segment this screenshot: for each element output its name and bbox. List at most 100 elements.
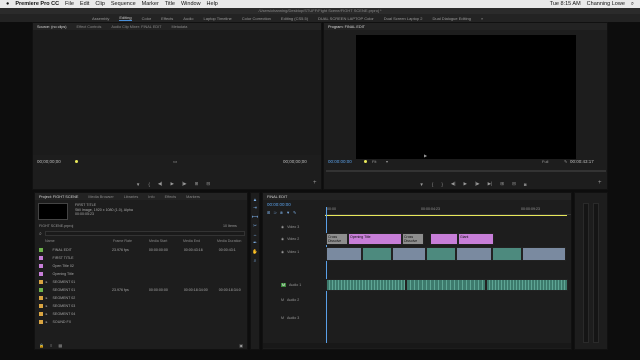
audio-clip[interactable] — [486, 279, 568, 291]
workspace-laptop-timeline[interactable]: Laptop Timeline — [204, 16, 232, 21]
workspace-effects[interactable]: Effects — [161, 16, 173, 21]
clip-opening-title[interactable]: Opening Title — [348, 233, 402, 245]
timeline-scrollbar[interactable] — [263, 343, 571, 348]
tab-project[interactable]: Project: FIGHT SCENE — [39, 195, 78, 199]
play-icon[interactable]: ▶ — [464, 181, 467, 187]
nest-icon[interactable]: ⊞ — [267, 210, 270, 215]
work-area-bar[interactable] — [325, 215, 567, 216]
add-button-icon[interactable]: + — [598, 180, 602, 186]
mark-out-icon[interactable]: { — [148, 182, 150, 187]
clip-video[interactable] — [426, 247, 456, 261]
workspace-editing-cs55[interactable]: Editing (CS5.5) — [281, 16, 308, 21]
tab-audio-clip-mixer[interactable]: Audio Clip Mixer: FINAL EDIT — [111, 25, 161, 29]
extract-icon[interactable]: ⊟ — [512, 181, 516, 187]
more-workspaces-icon[interactable]: » — [481, 16, 483, 21]
step-forward-icon[interactable]: |▶ — [182, 181, 187, 187]
slip-tool-icon[interactable]: ↔ — [253, 232, 258, 237]
drop-frame-icon[interactable]: ▭ — [173, 159, 177, 165]
bin-row[interactable]: FIRST TITLE — [35, 254, 247, 262]
tab-effect-controls[interactable]: Effect Controls — [77, 25, 102, 29]
step-forward-icon[interactable]: |▶ — [475, 181, 480, 187]
clip-video[interactable] — [522, 247, 566, 261]
clip-video[interactable] — [326, 247, 362, 261]
bin-row[interactable]: ▸ SEGMENT 02 — [35, 294, 247, 302]
tab-markers[interactable]: Markers — [186, 195, 200, 199]
col-media-duration[interactable]: Media Duration — [217, 239, 247, 245]
search-icon[interactable]: ⌕ — [631, 1, 634, 8]
mute-icon[interactable]: M — [281, 283, 286, 287]
workspace-audio[interactable]: Audio — [183, 16, 193, 21]
apple-icon[interactable]: ● — [6, 1, 9, 7]
step-back-icon[interactable]: ◀| — [451, 181, 456, 187]
mark-out-icon[interactable]: { — [432, 182, 434, 187]
track-header-a2[interactable]: M Audio 2 — [263, 291, 325, 309]
menu-edit[interactable]: Edit — [80, 1, 89, 7]
eye-icon[interactable]: ◉ — [281, 237, 284, 241]
menu-sequence[interactable]: Sequence — [111, 1, 136, 7]
col-frame-rate[interactable]: Frame Rate — [113, 239, 149, 245]
workspace-color-correction[interactable]: Color Correction — [242, 16, 271, 21]
insert-icon[interactable]: ⊞ — [195, 181, 199, 187]
linked-icon[interactable]: ⊗ — [280, 210, 283, 215]
add-button-icon[interactable]: + — [313, 180, 317, 186]
selection-tool-icon[interactable]: ▲ — [253, 197, 257, 202]
bin-row[interactable]: ▸ SOUND FX — [35, 318, 247, 326]
label-color-swatch[interactable] — [39, 288, 43, 292]
snap-icon[interactable]: ⊃ — [273, 210, 276, 215]
label-color-swatch[interactable] — [39, 320, 43, 324]
audio-clip[interactable] — [326, 279, 406, 291]
track-header-a1[interactable]: M Audio 1 — [263, 279, 325, 291]
user-name[interactable]: Channing Lowe — [587, 1, 625, 7]
ripple-edit-icon[interactable]: ⟷ — [252, 214, 258, 220]
fit-select[interactable]: Fit — [372, 159, 376, 164]
clip-title[interactable] — [430, 233, 458, 245]
program-scrubber[interactable] — [326, 170, 606, 172]
program-timecode[interactable]: 00:00:00:00 — [328, 159, 352, 164]
track-header-v1[interactable]: ◉ Video 1 — [263, 245, 325, 259]
tab-final-edit[interactable]: FINAL EDIT — [267, 195, 287, 199]
source-viewer[interactable] — [33, 30, 321, 155]
tab-libraries[interactable]: Libraries — [124, 195, 139, 199]
bin-row[interactable]: FINAL EDIT 23.976 fps 00:00:00:00 00:00:43:… — [35, 246, 247, 254]
overwrite-icon[interactable]: ⊟ — [206, 181, 210, 187]
track-select-icon[interactable]: ⇥ — [253, 205, 257, 211]
track-header-v3[interactable]: ◉ Video 3 — [263, 221, 325, 233]
hand-tool-icon[interactable]: ✋ — [252, 249, 258, 255]
eye-icon[interactable]: ◉ — [281, 225, 284, 229]
col-media-end[interactable]: Media End — [183, 239, 217, 245]
clip-cross-dissolve[interactable]: Cross Dissolve — [326, 233, 348, 245]
mute-icon[interactable]: M — [281, 316, 284, 320]
clock-text[interactable]: Tue 8:15 AM — [550, 1, 581, 7]
lift-icon[interactable]: ⊞ — [500, 181, 504, 187]
clip-video[interactable] — [456, 247, 492, 261]
settings-wrench-icon[interactable]: ✎ — [564, 159, 567, 164]
pen-tool-icon[interactable]: ✒ — [253, 240, 257, 246]
menu-help[interactable]: Help — [207, 1, 218, 7]
list-view-icon[interactable]: ≡ — [50, 343, 52, 348]
menu-title[interactable]: Title — [165, 1, 175, 7]
razor-tool-icon[interactable]: ✂ — [253, 223, 257, 229]
new-item-icon[interactable]: ▣ — [239, 343, 247, 348]
col-name[interactable]: Name — [35, 239, 113, 245]
step-back-icon[interactable]: ◀| — [158, 181, 163, 187]
tab-program[interactable]: Program: FINAL EDIT — [328, 25, 365, 29]
label-color-swatch[interactable] — [39, 280, 43, 284]
zoom-tool-icon[interactable]: ⌕ — [254, 258, 257, 263]
fit-dropdown-icon[interactable]: ▾ — [386, 159, 388, 164]
timeline-ruler[interactable]: 00:00 00:00:04:23 00:00:09:23 — [325, 207, 571, 215]
clip-giant[interactable]: Giant — [458, 233, 494, 245]
mute-icon[interactable]: M — [281, 298, 284, 302]
label-color-swatch[interactable] — [39, 312, 43, 316]
label-color-swatch[interactable] — [39, 256, 43, 260]
settings-wrench-icon[interactable]: ✎ — [293, 210, 296, 215]
label-color-swatch[interactable] — [39, 296, 43, 300]
menu-clip[interactable]: Clip — [95, 1, 104, 7]
workspace-editing[interactable]: Editing — [119, 15, 132, 21]
workspace-assembly[interactable]: Assembly — [92, 16, 109, 21]
workspace-dual-dialogue[interactable]: Dual Dialogue Editing — [432, 16, 470, 21]
go-to-in-icon[interactable]: } — [441, 182, 443, 187]
bin-row[interactable]: ▸ SEGMENT 03 — [35, 302, 247, 310]
tab-media-browser[interactable]: Media Browser — [88, 195, 113, 199]
tab-metadata[interactable]: Metadata — [171, 25, 187, 29]
workspace-color[interactable]: Color — [142, 16, 152, 21]
